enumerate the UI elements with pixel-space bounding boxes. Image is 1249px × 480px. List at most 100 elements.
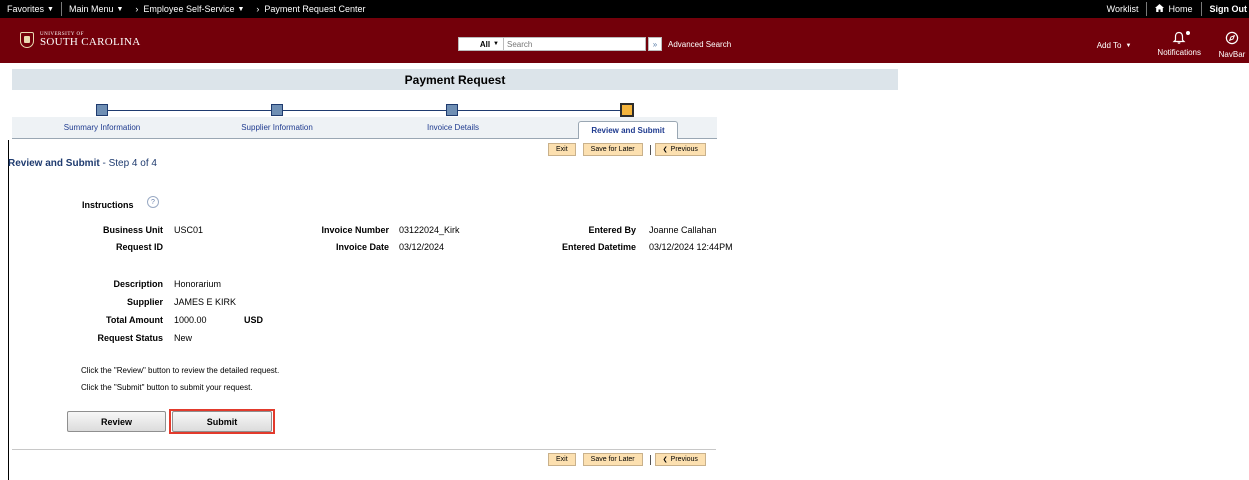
- breadcrumb-payment-request-center[interactable]: Payment Request Center: [264, 0, 372, 18]
- step-node-supplier-information[interactable]: [271, 104, 283, 116]
- business-unit-value: USC01: [174, 225, 204, 235]
- step-tab-label: Review and Submit: [591, 126, 665, 135]
- search-go-button[interactable]: »: [648, 37, 662, 51]
- breadcrumb-employee-self-service[interactable]: Employee Self-Service ▼: [143, 0, 251, 18]
- save-for-later-button-bottom[interactable]: Save for Later: [582, 453, 643, 466]
- home-label: Home: [1168, 4, 1193, 14]
- favorites-menu[interactable]: Favorites ▼: [0, 0, 61, 18]
- entered-datetime-value: 03/12/2024 12:44PM: [649, 242, 733, 252]
- step-heading-title: Review and Submit: [8, 158, 100, 169]
- top-action-bar: Exit Save for Later ❮ Previous: [548, 143, 706, 156]
- step-node-review-and-submit: [620, 103, 634, 117]
- step-link-supplier-information[interactable]: Supplier Information: [241, 123, 313, 132]
- double-chevron-right-icon: »: [652, 39, 658, 49]
- step-link-invoice-details[interactable]: Invoice Details: [427, 123, 479, 132]
- chevron-left-icon: ❮: [662, 147, 668, 153]
- chevron-down-icon: ▼: [237, 5, 245, 13]
- supplier-value: JAMES E KIRK: [174, 297, 237, 307]
- bottom-divider: [12, 449, 716, 450]
- exit-button[interactable]: Exit: [548, 143, 576, 156]
- advanced-search-link[interactable]: Advanced Search: [668, 40, 731, 49]
- notification-dot: [1186, 31, 1191, 35]
- entered-by-label: Entered By: [588, 225, 636, 235]
- notifications-label: Notifications: [1157, 48, 1201, 57]
- bell-icon: [1172, 31, 1191, 45]
- sign-out-link[interactable]: Sign Out: [1202, 0, 1249, 18]
- step-train: Summary Information Supplier Information…: [12, 100, 717, 140]
- chevron-down-icon: ▼: [493, 41, 499, 47]
- request-id-label: Request ID: [115, 242, 163, 252]
- breadcrumb-label: Payment Request Center: [264, 4, 366, 14]
- previous-button[interactable]: ❮ Previous: [654, 143, 706, 156]
- step-heading: Review and Submit - Step 4 of 4: [8, 158, 157, 169]
- step-connector-line: [102, 110, 632, 111]
- total-amount-label: Total Amount: [106, 315, 163, 325]
- save-for-later-button[interactable]: Save for Later: [582, 143, 643, 156]
- step-link-summary-information[interactable]: Summary Information: [64, 123, 140, 132]
- main-menu-label: Main Menu: [68, 4, 114, 14]
- add-to-menu[interactable]: Add To ▼: [1097, 41, 1132, 50]
- home-link[interactable]: Home: [1147, 0, 1200, 18]
- header-bar: UNIVERSITY OF SOUTH CAROLINA All ▼ » Adv…: [0, 18, 1249, 63]
- request-status-value: New: [174, 333, 193, 343]
- invoice-date-value: 03/12/2024: [399, 242, 445, 252]
- search-bar: All ▼ » Advanced Search: [458, 37, 731, 51]
- description-label: Description: [113, 279, 163, 289]
- supplier-label: Supplier: [126, 297, 163, 307]
- breadcrumb-separator-icon: ›: [256, 4, 260, 14]
- header-right-tools: Add To ▼ Notifications NavBar: [1097, 31, 1249, 59]
- page-title: Payment Request: [404, 72, 506, 87]
- logo-text: UNIVERSITY OF SOUTH CAROLINA: [40, 32, 140, 48]
- main-menu[interactable]: Main Menu ▼: [62, 0, 130, 18]
- help-icon[interactable]: ?: [147, 196, 159, 208]
- total-amount-value: 1000.00: [174, 315, 207, 325]
- logo-big-text: SOUTH CAROLINA: [40, 36, 141, 48]
- invoice-number-label: Invoice Number: [321, 225, 389, 235]
- navbar-label: NavBar: [1218, 50, 1246, 59]
- divider: [649, 454, 651, 465]
- step-node-invoice-details[interactable]: [446, 104, 458, 116]
- chevron-down-icon: ▼: [116, 5, 124, 13]
- invoice-number-value: 03122024_Kirk: [399, 225, 460, 235]
- instructions-label: Instructions: [82, 200, 134, 210]
- entered-by-value: Joanne Callahan: [649, 225, 717, 235]
- description-value: Honorarium: [174, 279, 222, 289]
- top-nav-bar: Favorites ▼ Main Menu ▼ › Employee Self-…: [0, 0, 1249, 18]
- previous-button-bottom[interactable]: ❮ Previous: [654, 453, 706, 466]
- exit-button-bottom[interactable]: Exit: [548, 453, 576, 466]
- submit-highlight-box: [169, 409, 275, 434]
- worklist-link[interactable]: Worklist: [1099, 0, 1147, 18]
- entered-datetime-label: Entered Datetime: [561, 242, 636, 252]
- navbar-button[interactable]: NavBar: [1215, 31, 1249, 59]
- search-input[interactable]: [504, 37, 646, 51]
- notifications-button[interactable]: Notifications: [1157, 31, 1201, 57]
- search-scope-select[interactable]: All ▼: [458, 37, 504, 51]
- page-frame: Favorites ▼ Main Menu ▼ › Employee Self-…: [0, 0, 1249, 480]
- compass-icon: [1225, 31, 1239, 47]
- chevron-down-icon: ▼: [47, 5, 54, 13]
- home-icon: [1155, 4, 1165, 14]
- previous-label: Previous: [670, 456, 698, 463]
- divider: [649, 144, 651, 155]
- sign-out-label: Sign Out: [1209, 4, 1248, 14]
- add-to-label: Add To: [1096, 41, 1122, 50]
- page-title-bar: Payment Request: [12, 69, 898, 90]
- chevron-down-icon: ▼: [1125, 42, 1132, 49]
- request-status-label: Request Status: [97, 333, 163, 343]
- usc-logo[interactable]: UNIVERSITY OF SOUTH CAROLINA: [20, 32, 140, 48]
- breadcrumb-separator-icon: ›: [135, 4, 139, 14]
- invoice-date-label: Invoice Date: [335, 242, 389, 252]
- review-button[interactable]: Review: [67, 411, 166, 432]
- university-seal-icon: [20, 32, 34, 48]
- favorites-label: Favorites: [7, 4, 45, 14]
- left-border: [8, 140, 9, 480]
- search-scope-label: All: [479, 39, 491, 49]
- previous-label: Previous: [670, 146, 698, 153]
- step-node-summary-information[interactable]: [96, 104, 108, 116]
- step-tab-review-and-submit: Review and Submit: [578, 121, 678, 139]
- top-nav-right: Worklist Home Sign Out: [1099, 0, 1249, 18]
- worklist-label: Worklist: [1106, 4, 1139, 14]
- review-instruction-text: Click the "Review" button to review the …: [81, 366, 280, 375]
- chevron-left-icon: ❮: [662, 457, 668, 463]
- breadcrumb-label: Employee Self-Service: [143, 4, 235, 14]
